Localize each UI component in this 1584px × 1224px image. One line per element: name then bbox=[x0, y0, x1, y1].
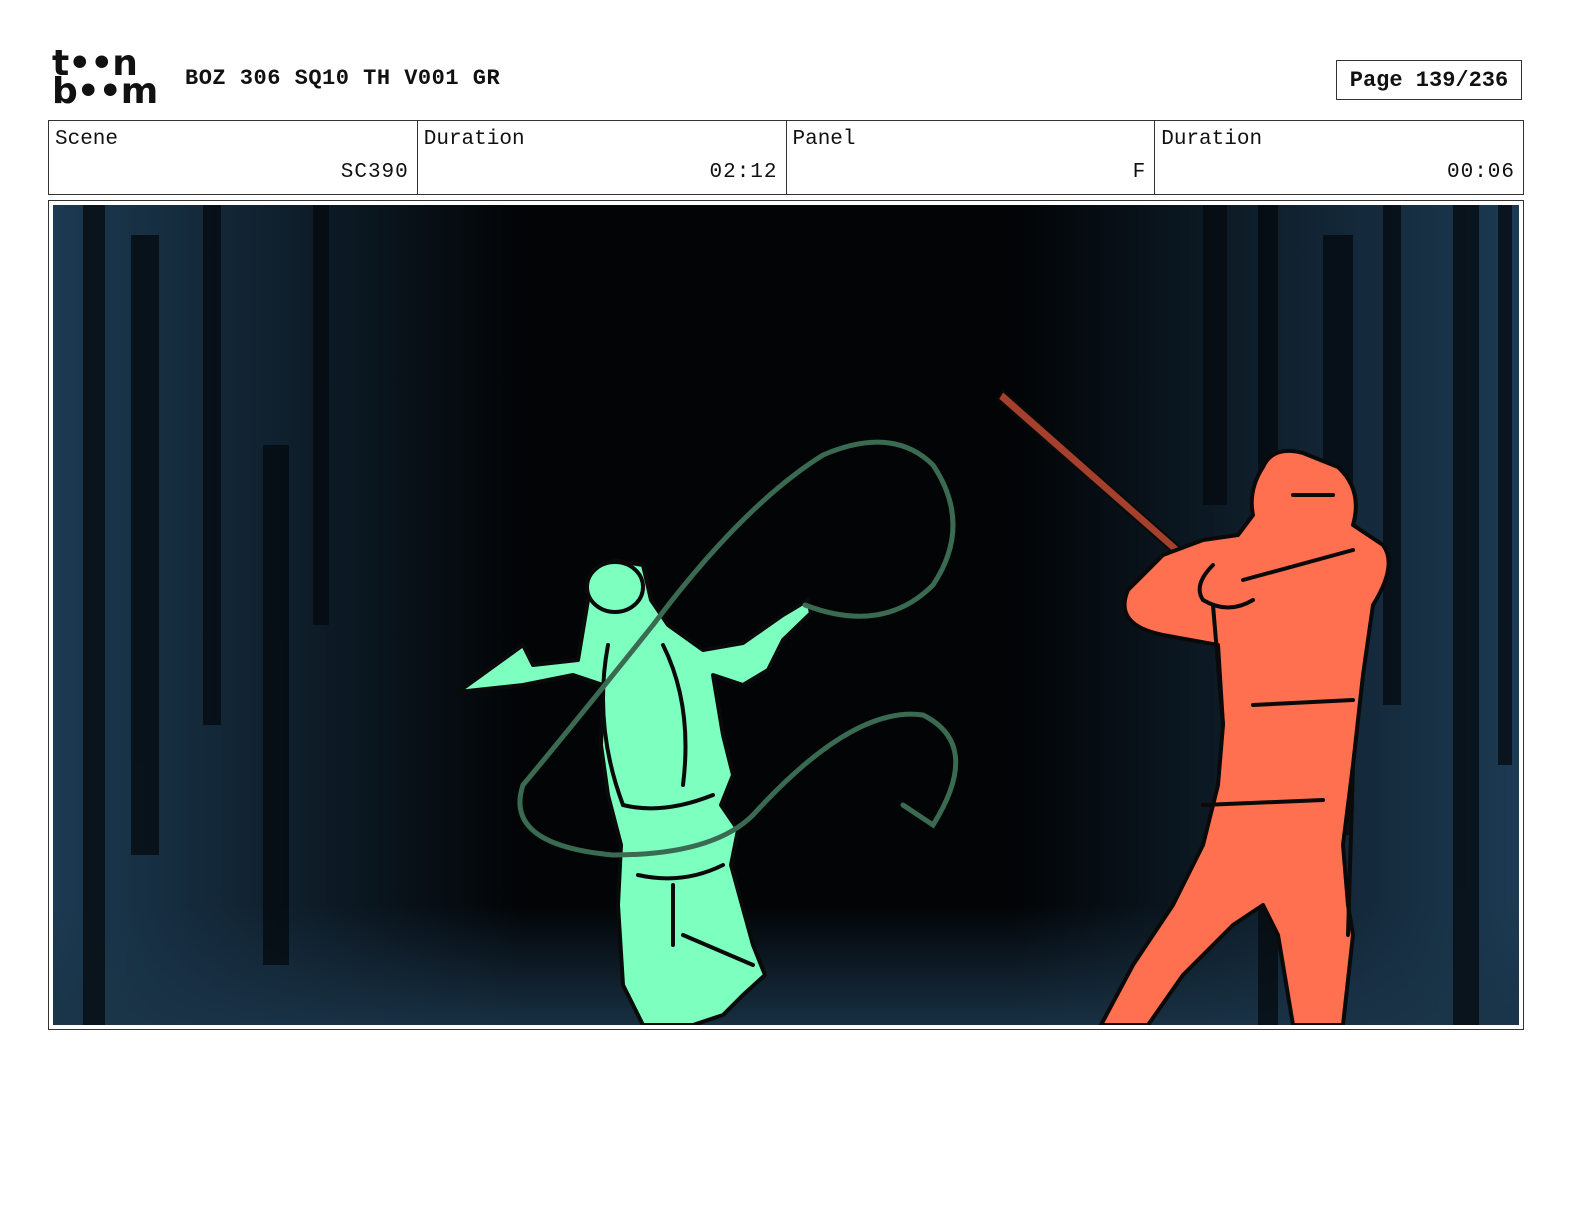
document-title: BOZ 306 SQ10 TH V001 GR bbox=[185, 66, 501, 91]
scene-value: SC390 bbox=[340, 161, 409, 184]
panel-label: Panel bbox=[792, 128, 856, 151]
panel-value: F bbox=[1132, 161, 1147, 184]
green-figure-head bbox=[585, 560, 645, 614]
page-number: Page 139/236 bbox=[1349, 67, 1509, 93]
panel-cell: Panel F bbox=[787, 121, 1156, 194]
panel-duration-value: 00:06 bbox=[1446, 161, 1515, 184]
scene-duration-value: 02:12 bbox=[709, 161, 778, 184]
page-indicator: Page 139/236 bbox=[1336, 60, 1522, 100]
scene-duration-cell: Duration 02:12 bbox=[418, 121, 787, 194]
storyboard-panel bbox=[48, 200, 1524, 1030]
logo-line-2: b••m bbox=[52, 71, 158, 112]
panel-duration-label: Duration bbox=[1161, 128, 1263, 151]
scene-duration-label: Duration bbox=[423, 128, 525, 151]
scene-label: Scene bbox=[55, 128, 119, 151]
panel-duration-cell: Duration 00:06 bbox=[1155, 121, 1523, 194]
scene-cell: Scene SC390 bbox=[49, 121, 418, 194]
panel-info-table: Scene SC390 Duration 02:12 Panel F Durat… bbox=[48, 120, 1524, 195]
toon-boom-logo: t••n b••m bbox=[52, 46, 164, 112]
panel-artwork bbox=[53, 205, 1519, 1025]
